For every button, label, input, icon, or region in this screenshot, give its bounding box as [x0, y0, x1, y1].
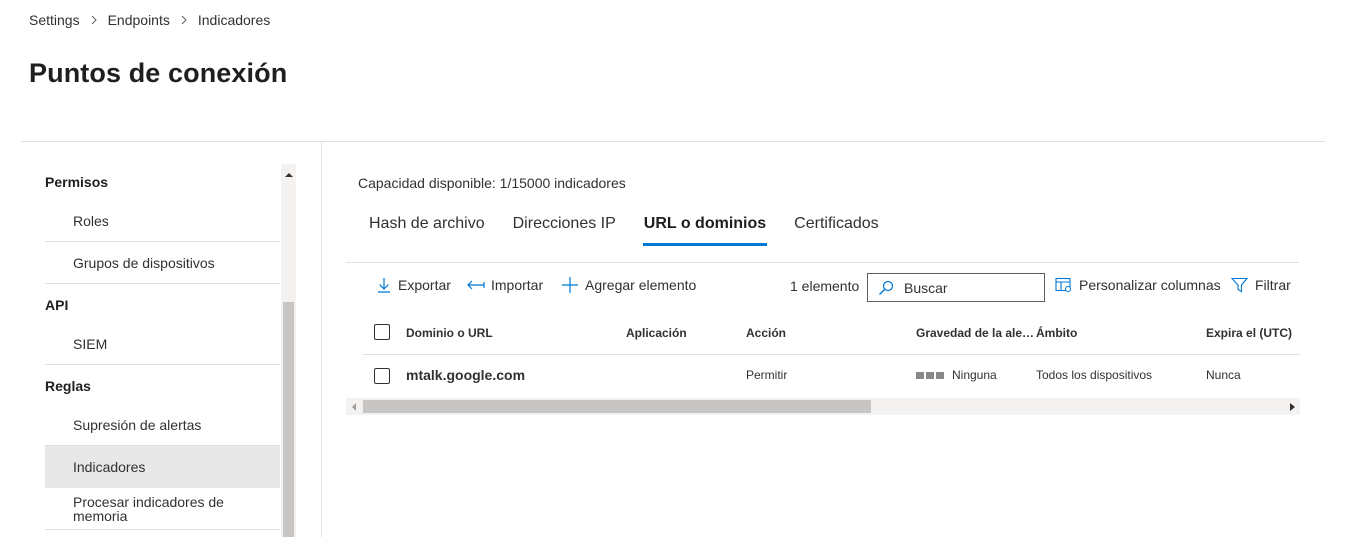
cell-expires: Nunca: [1206, 368, 1241, 382]
column-header-scope[interactable]: Ámbito: [1036, 326, 1077, 340]
sidebar-item-label: Grupos de dispositivos: [73, 254, 215, 271]
item-count: 1 elemento: [790, 278, 860, 294]
filter-button[interactable]: Filtrar: [1231, 274, 1291, 296]
select-all-checkbox[interactable]: [374, 324, 390, 340]
add-item-button[interactable]: Agregar elemento: [561, 274, 696, 296]
import-arrow-icon: [467, 280, 485, 290]
row-checkbox[interactable]: [374, 368, 390, 384]
customize-columns-label: Personalizar columnas: [1079, 277, 1221, 293]
import-label: Importar: [491, 277, 544, 293]
indicator-tabs: Hash de archivo Direcciones IP URL o dom…: [358, 212, 896, 246]
import-button[interactable]: Importar: [467, 274, 543, 296]
sidebar-heading-reglas: Reglas: [45, 378, 91, 394]
tab-url-domains[interactable]: URL o dominios: [633, 212, 777, 246]
sidebar-item-alert-suppression[interactable]: Supresión de alertas: [45, 404, 280, 446]
scroll-up-icon[interactable]: [281, 164, 296, 186]
customize-columns-button[interactable]: Personalizar columnas: [1055, 274, 1221, 296]
column-header-application[interactable]: Aplicación: [626, 326, 687, 340]
sidebar-item-label: Roles: [73, 212, 109, 229]
columns-icon: [1055, 277, 1071, 292]
breadcrumb-settings[interactable]: Settings: [29, 12, 80, 28]
severity-bar-icon: [936, 371, 944, 379]
column-header-severity[interactable]: Gravedad de la ale…: [916, 326, 1034, 340]
cell-scope: Todos los dispositivos: [1036, 368, 1153, 382]
sidebar-heading-permisos: Permisos: [45, 174, 109, 190]
severity-label: Ninguna: [952, 368, 997, 382]
sidebar-divider: [321, 142, 322, 537]
sidebar-item-memory-indicators[interactable]: Procesar indicadores de memoria: [45, 488, 280, 530]
export-button[interactable]: Exportar: [376, 274, 451, 296]
plus-icon: [562, 277, 578, 293]
cell-action: Permitir: [746, 368, 788, 382]
column-header-expires[interactable]: Expira el (UTC): [1206, 326, 1292, 340]
cell-domain[interactable]: mtalk.google.com: [406, 367, 525, 383]
column-header-action[interactable]: Acción: [746, 326, 786, 340]
header-row-divider: [363, 354, 1300, 355]
filter-icon: [1231, 277, 1249, 293]
tabs-divider: [346, 262, 1299, 263]
sidebar-item-label: Indicadores: [73, 459, 146, 475]
horizontal-scrollbar-thumb[interactable]: [363, 400, 871, 413]
sidebar-item-label: Supresión de alertas: [73, 416, 202, 433]
export-label: Exportar: [398, 277, 451, 293]
search-icon: [879, 280, 894, 295]
add-item-label: Agregar elemento: [585, 277, 697, 293]
filter-label: Filtrar: [1255, 277, 1291, 293]
tab-file-hash[interactable]: Hash de archivo: [358, 212, 496, 246]
sidebar-item-roles[interactable]: Roles: [45, 200, 280, 242]
chevron-right-icon: [86, 12, 102, 28]
breadcrumb-endpoints[interactable]: Endpoints: [108, 12, 170, 28]
sidebar-scrollbar-thumb[interactable]: [283, 302, 294, 537]
column-header-domain[interactable]: Dominio o URL: [406, 326, 493, 340]
sidebar-heading-api: API: [45, 297, 69, 313]
sidebar-item-label: Procesar indicadores de memoria: [73, 494, 224, 524]
scroll-left-icon[interactable]: [347, 399, 361, 414]
tab-certificates[interactable]: Certificados: [783, 212, 889, 246]
tab-ip-addresses[interactable]: Direcciones IP: [502, 212, 627, 246]
severity-bar-icon: [926, 371, 934, 379]
scroll-right-icon[interactable]: [1285, 399, 1299, 414]
sidebar-item-label: SIEM: [73, 335, 108, 352]
settings-sidebar: Permisos Roles Grupos de dispositivos AP…: [21, 142, 296, 537]
severity-bar-icon: [916, 371, 924, 379]
sidebar-item-indicators[interactable]: Indicadores: [45, 446, 280, 488]
search-input[interactable]: [902, 278, 1036, 297]
search-box[interactable]: [867, 273, 1045, 302]
download-icon: [378, 278, 390, 293]
capacity-text: Capacidad disponible: 1/15000 indicadore…: [358, 175, 626, 191]
cell-severity: Ninguna: [916, 368, 997, 382]
page-title: Puntos de conexión: [29, 58, 288, 88]
chevron-right-icon: [176, 12, 192, 28]
sidebar-item-siem[interactable]: SIEM: [45, 323, 280, 365]
breadcrumb: Settings Endpoints Indicadores: [29, 12, 270, 28]
breadcrumb-indicators: Indicadores: [197, 12, 271, 28]
sidebar-item-device-groups[interactable]: Grupos de dispositivos: [45, 242, 280, 284]
